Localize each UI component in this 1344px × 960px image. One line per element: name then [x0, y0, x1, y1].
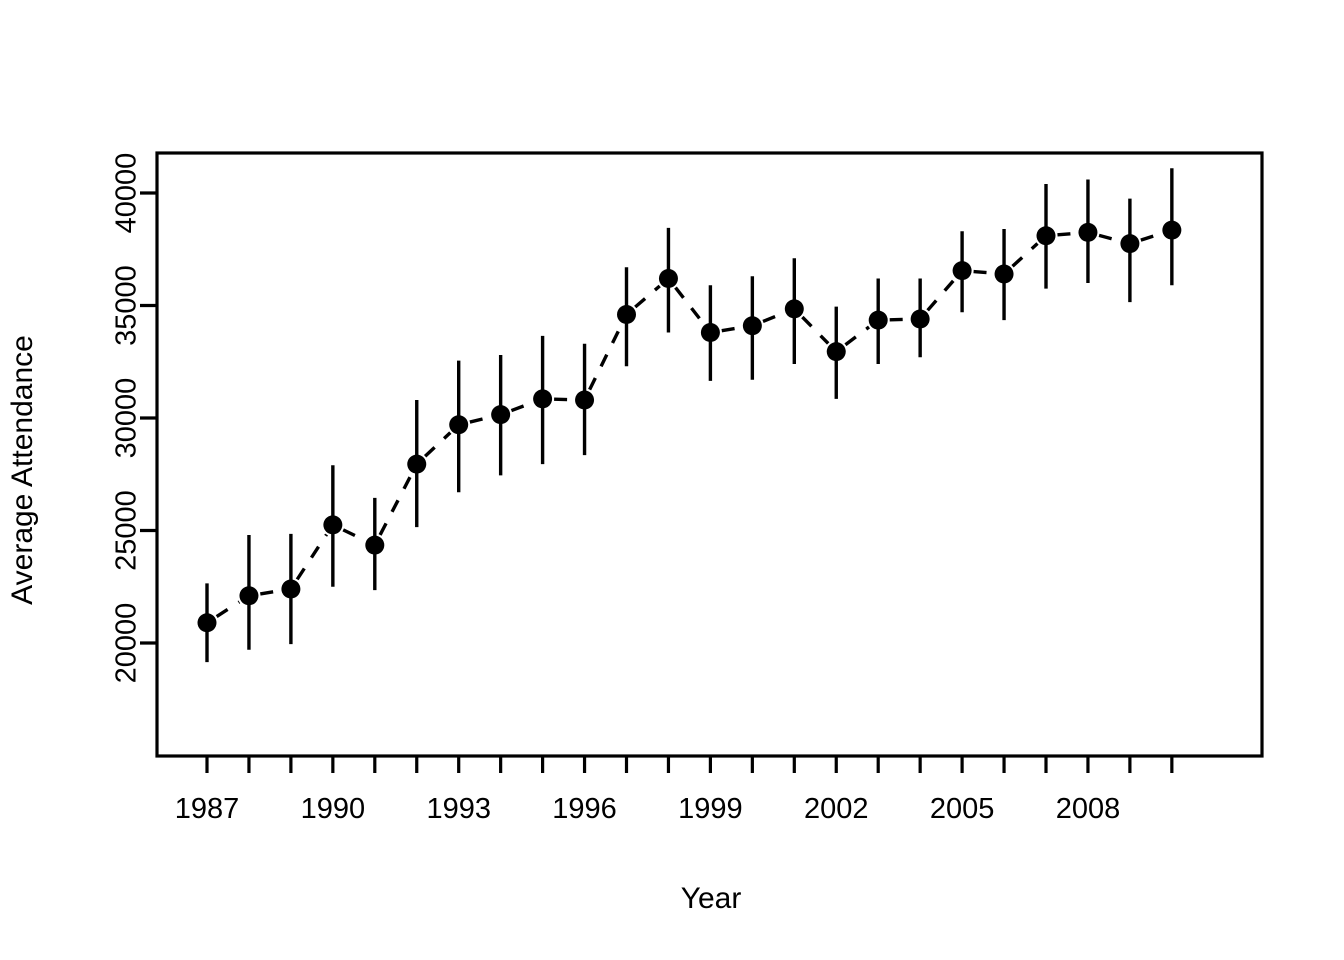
x-tick-label: 1990	[301, 793, 366, 825]
y-tick-label: 30000	[111, 378, 143, 459]
data-point	[910, 309, 930, 329]
data-point	[491, 405, 511, 425]
data-point	[1162, 220, 1182, 240]
data-point	[407, 454, 427, 474]
data-point	[784, 299, 804, 319]
x-tick-label: 1993	[426, 793, 491, 825]
data-point	[281, 579, 301, 599]
data-point	[1120, 234, 1140, 254]
data-point	[826, 342, 846, 362]
y-axis-tick-labels: 20000 25000 30000 35000 40000	[111, 153, 143, 684]
chart-figure: 20000 25000 30000 35000 40000 1987 1990 1993 19…	[0, 0, 1344, 960]
x-tick-label: 2005	[930, 793, 995, 825]
data-point	[449, 415, 469, 435]
data-point	[994, 264, 1014, 284]
data-point	[1078, 222, 1098, 242]
data-point	[868, 310, 888, 330]
data-point	[742, 316, 762, 336]
data-point	[658, 269, 678, 288]
data-point	[197, 613, 217, 633]
x-tick-label: 1996	[552, 793, 617, 825]
x-tick-label: 2002	[804, 793, 869, 825]
x-tick-label: 1987	[175, 793, 240, 825]
y-tick-label: 20000	[111, 603, 143, 684]
data-point	[323, 515, 343, 535]
attendance-error-bar-plot: 20000 25000 30000 35000 40000 1987 1990 1993 19…	[0, 0, 1344, 960]
data-point	[617, 305, 636, 324]
x-tick-label: 1999	[678, 793, 743, 825]
x-axis-title: Year	[681, 882, 742, 915]
data-point	[952, 261, 972, 281]
data-point	[1036, 226, 1056, 246]
data-point	[575, 390, 595, 410]
y-tick-label: 40000	[111, 153, 143, 234]
x-tick-label: 2008	[1056, 793, 1121, 825]
y-tick-label: 35000	[111, 265, 143, 346]
data-point	[533, 389, 553, 409]
data-point	[365, 535, 385, 555]
y-tick-label: 25000	[111, 490, 143, 571]
y-axis-title: Average Attendance	[6, 335, 39, 605]
data-point	[700, 323, 720, 342]
data-point	[239, 586, 259, 606]
